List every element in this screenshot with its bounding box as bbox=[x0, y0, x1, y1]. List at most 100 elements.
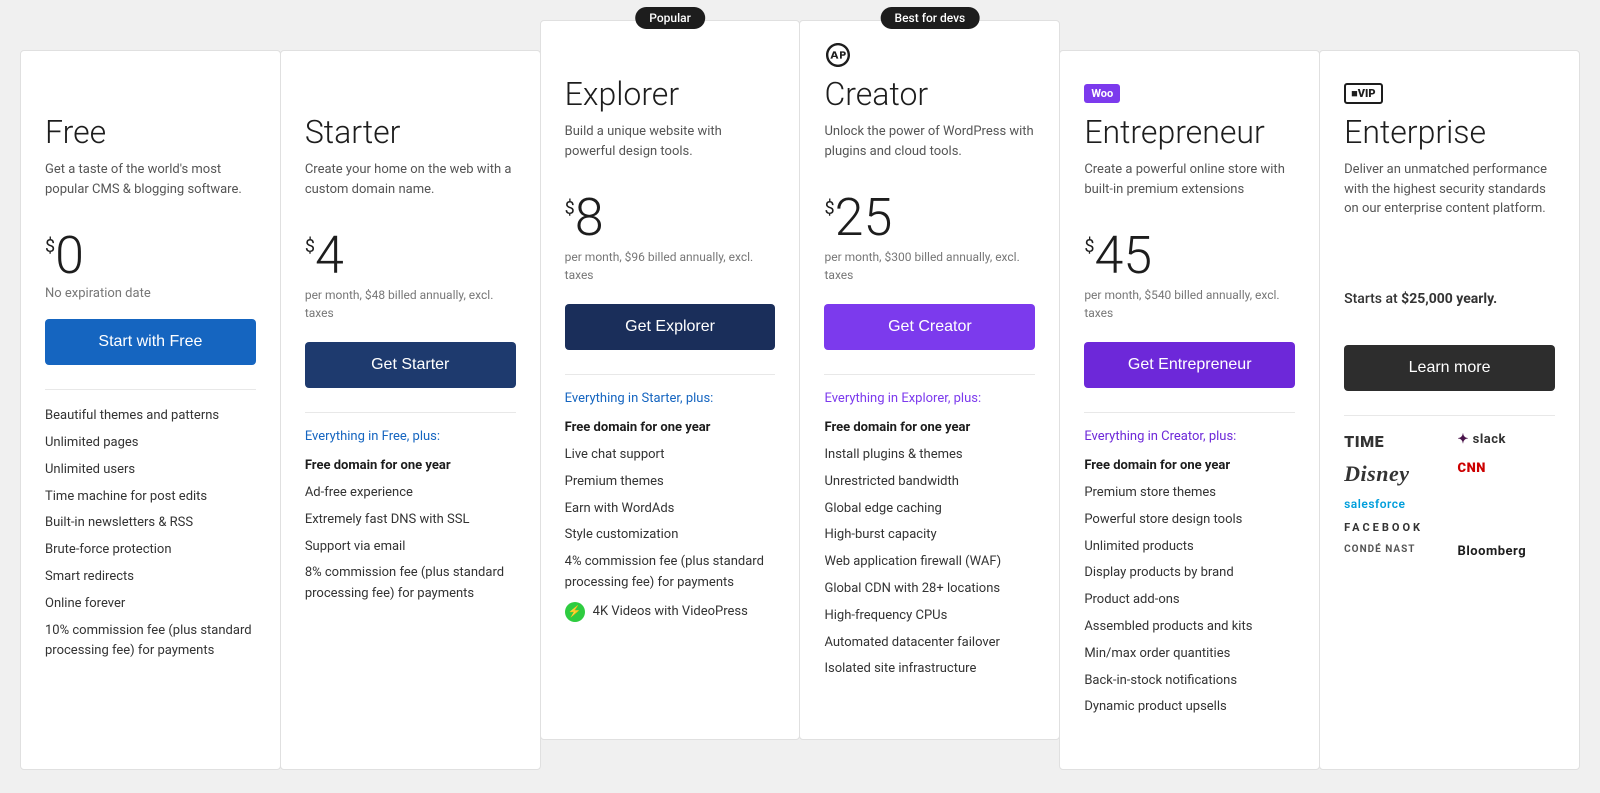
everything-label-explorer: Everything in Starter, plus: bbox=[565, 391, 776, 406]
plan-icon-free bbox=[45, 79, 256, 107]
feature-item: Back-in-stock notifications bbox=[1084, 671, 1295, 692]
cta-button-enterprise[interactable]: Learn more bbox=[1344, 345, 1555, 391]
feature-item: Powerful store design tools bbox=[1084, 510, 1295, 531]
feature-item: Unlimited pages bbox=[45, 433, 256, 454]
feature-item: Style customization bbox=[565, 525, 776, 546]
feature-item: 8% commission fee (plus standard process… bbox=[305, 563, 516, 605]
plan-price-entrepreneur: 45 bbox=[1094, 230, 1152, 282]
feature-list-entrepreneur: Free domain for one year Premium store t… bbox=[1084, 456, 1295, 718]
plan-price-row-creator: $ 25 bbox=[824, 192, 1035, 244]
feature-item: Earn with WordAds bbox=[565, 499, 776, 520]
feature-item: Automated datacenter failover bbox=[824, 633, 1035, 654]
plan-card-enterprise: ■VIP Enterprise Deliver an unmatched per… bbox=[1319, 50, 1580, 770]
divider-creator bbox=[824, 374, 1035, 375]
plan-badge-creator: Best for devs bbox=[881, 7, 980, 29]
plan-card-explorer: Popular Explorer Build a unique website … bbox=[540, 20, 801, 740]
enterprise-logos: TIME ✦ slack Disney CNN salesforce FACEB… bbox=[1344, 432, 1555, 559]
cta-button-explorer[interactable]: Get Explorer bbox=[565, 304, 776, 350]
divider-entrepreneur bbox=[1084, 412, 1295, 413]
videopress-icon: ⚡ bbox=[565, 602, 585, 622]
feature-item: Free domain for one year bbox=[305, 456, 516, 477]
feature-item: Online forever bbox=[45, 594, 256, 615]
feature-item: 4% commission fee (plus standard process… bbox=[565, 552, 776, 594]
plan-name-starter: Starter bbox=[305, 115, 516, 150]
plan-card-entrepreneur: Woo Entrepreneur Create a powerful onlin… bbox=[1059, 50, 1320, 770]
everything-label-entrepreneur: Everything in Creator, plus: bbox=[1084, 429, 1295, 444]
plan-name-enterprise: Enterprise bbox=[1344, 115, 1555, 150]
plan-card-creator: Best for devs Creator Unlock the power o… bbox=[799, 20, 1060, 740]
plan-icon-entrepreneur: Woo bbox=[1084, 79, 1295, 107]
feature-list-explorer: Free domain for one year Live chat suppo… bbox=[565, 418, 776, 622]
feature-item: Web application firewall (WAF) bbox=[824, 552, 1035, 573]
plan-desc-starter: Create your home on the web with a custo… bbox=[305, 160, 516, 212]
feature-item: Dynamic product upsells bbox=[1084, 697, 1295, 718]
feature-item: Free domain for one year bbox=[824, 418, 1035, 439]
cta-button-creator[interactable]: Get Creator bbox=[824, 304, 1035, 350]
feature-list-creator: Free domain for one year Install plugins… bbox=[824, 418, 1035, 680]
logo-time: TIME bbox=[1344, 432, 1441, 451]
plan-name-entrepreneur: Entrepreneur bbox=[1084, 115, 1295, 150]
plan-desc-creator: Unlock the power of WordPress with plugi… bbox=[824, 122, 1035, 174]
cta-button-starter[interactable]: Get Starter bbox=[305, 342, 516, 388]
plan-badge-explorer: Popular bbox=[635, 7, 705, 29]
plan-price-free: 0 bbox=[55, 230, 84, 282]
plan-price-explorer: 8 bbox=[575, 192, 604, 244]
feature-item: Live chat support bbox=[565, 445, 776, 466]
feature-item: Min/max order quantities bbox=[1084, 644, 1295, 665]
plan-name-explorer: Explorer bbox=[565, 77, 776, 112]
logo-salesforce: salesforce bbox=[1344, 497, 1441, 511]
logo-conde: CONDÉ NAST bbox=[1344, 544, 1441, 559]
feature-item: Assembled products and kits bbox=[1084, 617, 1295, 638]
feature-item: Free domain for one year bbox=[1084, 456, 1295, 477]
plan-card-starter: Starter Create your home on the web with… bbox=[280, 50, 541, 770]
feature-item: Time machine for post edits bbox=[45, 487, 256, 508]
plan-price-row-entrepreneur: $ 45 bbox=[1084, 230, 1295, 282]
feature-item: Global CDN with 28+ locations bbox=[824, 579, 1035, 600]
feature-item: High-burst capacity bbox=[824, 525, 1035, 546]
plan-card-free: Free Get a taste of the world's most pop… bbox=[20, 50, 281, 770]
feature-item: Unlimited users bbox=[45, 460, 256, 481]
divider-explorer bbox=[565, 374, 776, 375]
plan-price-creator: 25 bbox=[835, 192, 893, 244]
feature-item: Premium store themes bbox=[1084, 483, 1295, 504]
plan-price-sub-enterprise: Starts at $25,000 yearly. bbox=[1344, 289, 1555, 325]
feature-item: Free domain for one year bbox=[565, 418, 776, 439]
feature-item: Premium themes bbox=[565, 472, 776, 493]
plan-price-sub-starter: per month, $48 billed annually, excl. ta… bbox=[305, 286, 516, 322]
feature-item: Product add-ons bbox=[1084, 590, 1295, 611]
feature-item: Unrestricted bandwidth bbox=[824, 472, 1035, 493]
divider-free bbox=[45, 389, 256, 390]
feature-item: Beautiful themes and patterns bbox=[45, 406, 256, 427]
logo-cnn: CNN bbox=[1458, 461, 1555, 487]
feature-list-starter: Free domain for one year Ad-free experie… bbox=[305, 456, 516, 605]
plan-icon-enterprise: ■VIP bbox=[1344, 79, 1555, 107]
plan-icon-starter bbox=[305, 79, 516, 107]
cta-button-free[interactable]: Start with Free bbox=[45, 319, 256, 365]
feature-item: Ad-free experience bbox=[305, 483, 516, 504]
feature-item: 10% commission fee (plus standard proces… bbox=[45, 621, 256, 663]
logo-bloomberg: Bloomberg bbox=[1458, 544, 1555, 559]
plan-icon-explorer bbox=[565, 41, 776, 69]
plan-price-row-explorer: $ 8 bbox=[565, 192, 776, 244]
feature-item: Isolated site infrastructure bbox=[824, 659, 1035, 680]
plan-price-starter: 4 bbox=[315, 230, 344, 282]
feature-item: Install plugins & themes bbox=[824, 445, 1035, 466]
plan-desc-entrepreneur: Create a powerful online store with buil… bbox=[1084, 160, 1295, 212]
feature-list-free: Beautiful themes and patterns Unlimited … bbox=[45, 406, 256, 662]
plan-price-sub-creator: per month, $300 billed annually, excl. t… bbox=[824, 248, 1035, 284]
plan-price-sub-explorer: per month, $96 billed annually, excl. ta… bbox=[565, 248, 776, 284]
feature-item: Smart redirects bbox=[45, 567, 256, 588]
plan-desc-enterprise: Deliver an unmatched performance with th… bbox=[1344, 160, 1555, 219]
feature-item: Extremely fast DNS with SSL bbox=[305, 510, 516, 531]
plan-desc-explorer: Build a unique website with powerful des… bbox=[565, 122, 776, 174]
logo-disney: Disney bbox=[1344, 461, 1441, 487]
feature-item: Global edge caching bbox=[824, 499, 1035, 520]
everything-label-creator: Everything in Explorer, plus: bbox=[824, 391, 1035, 406]
divider-enterprise bbox=[1344, 415, 1555, 416]
feature-item: Built-in newsletters & RSS bbox=[45, 513, 256, 534]
cta-button-entrepreneur[interactable]: Get Entrepreneur bbox=[1084, 342, 1295, 388]
plan-price-sub-entrepreneur: per month, $540 billed annually, excl. t… bbox=[1084, 286, 1295, 322]
plan-price-sub-free: No expiration date bbox=[45, 286, 256, 301]
plan-price-row-starter: $ 4 bbox=[305, 230, 516, 282]
plan-name-free: Free bbox=[45, 115, 256, 150]
